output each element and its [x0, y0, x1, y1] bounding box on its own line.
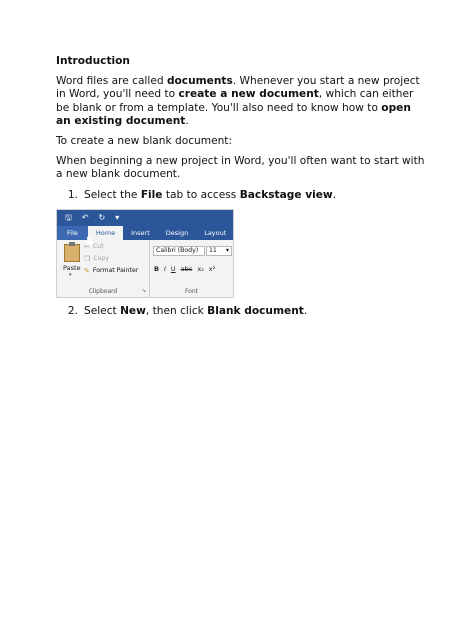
- format-painter-label: Format Painter: [92, 267, 139, 275]
- strikethrough-button[interactable]: abc: [181, 266, 193, 273]
- tab-insert[interactable]: Insert: [123, 226, 158, 240]
- scissors-icon: ✂: [84, 242, 90, 251]
- text: , then click: [145, 304, 208, 317]
- text: .: [185, 114, 189, 127]
- redo-icon[interactable]: ↻: [99, 213, 106, 222]
- underline-button[interactable]: U: [171, 266, 176, 273]
- tab-design[interactable]: Design: [158, 226, 196, 240]
- font-size-value: 11: [209, 246, 217, 254]
- bold-button[interactable]: B: [154, 266, 159, 273]
- clipboard-group: Paste ▾ ✂ Cut ❐ Copy ✎ Format Painter Clipb…: [57, 239, 150, 297]
- superscript-button[interactable]: x²: [209, 266, 215, 273]
- paragraph-intro: Word files are called documents. Wheneve…: [56, 75, 426, 128]
- dialog-launcher-icon[interactable]: ↘: [141, 289, 146, 295]
- bold-text: New: [120, 304, 146, 317]
- format-buttons: B I U abc x₂ x²: [154, 266, 215, 273]
- font-group: Calibri (Body) 11 ▾ B I U abc x₂ x² Font: [150, 240, 233, 297]
- italic-button[interactable]: I: [164, 266, 166, 273]
- step-1: 1. Select the File tab to access Backsta…: [56, 189, 426, 202]
- quick-access-toolbar: 🖫 ↶ ↻ ▾: [57, 209, 233, 226]
- bold-text: File: [140, 188, 163, 201]
- text: tab to access: [162, 188, 240, 201]
- paintbrush-icon: ✎: [84, 266, 90, 275]
- paragraph-create-blank: To create a new blank document:: [56, 135, 233, 148]
- save-icon[interactable]: 🖫: [65, 213, 72, 222]
- text: Word files are called: [56, 75, 167, 88]
- paste-icon[interactable]: [64, 241, 80, 262]
- bold-text: documents: [166, 75, 233, 88]
- bold-text: Blank document: [207, 304, 304, 317]
- text: Select the: [84, 188, 141, 201]
- chevron-down-icon: ▾: [225, 246, 229, 254]
- font-size-select[interactable]: 11 ▾: [206, 245, 232, 256]
- step-text: Select New, then click Blank document.: [84, 305, 426, 318]
- copy-icon: ❐: [84, 254, 91, 263]
- ribbon-screenshot: 🖫 ↶ ↻ ▾ File Home Insert Design Layout P…: [56, 208, 234, 298]
- bold-text: Backstage view: [239, 188, 333, 201]
- paste-button[interactable]: Paste: [63, 265, 81, 272]
- document-page: Introduction Word files are called docum…: [0, 0, 474, 632]
- copy-label: Copy: [93, 255, 109, 263]
- heading-introduction: Introduction: [56, 55, 130, 67]
- step-2: 2. Select New, then click Blank document…: [56, 305, 426, 318]
- tab-layout[interactable]: Layout: [196, 226, 233, 240]
- text: .: [332, 188, 337, 201]
- font-group-label: Font: [184, 287, 199, 295]
- clipboard-group-label: Clipboard: [88, 287, 118, 295]
- text: Select: [84, 304, 121, 317]
- customize-icon[interactable]: ▾: [115, 213, 119, 222]
- step-number: 2.: [67, 304, 78, 317]
- paragraph-beginning: When beginning a new project in Word, yo…: [56, 155, 425, 181]
- copy-button[interactable]: ❐ Copy: [84, 254, 109, 263]
- document-body: Introduction Word files are called docum…: [56, 55, 426, 325]
- font-name-select[interactable]: Calibri (Body): [153, 245, 205, 256]
- font-name-value: Calibri (Body): [156, 246, 199, 254]
- tab-home[interactable]: Home: [87, 225, 124, 240]
- step-number: 1.: [67, 188, 78, 201]
- undo-icon[interactable]: ↶: [82, 213, 89, 222]
- cut-label: Cut: [92, 243, 104, 251]
- chevron-down-icon[interactable]: ▾: [69, 272, 72, 278]
- step-text: Select the File tab to access Backstage …: [84, 189, 426, 202]
- cut-button[interactable]: ✂ Cut: [84, 242, 104, 251]
- bold-text: create a new document: [178, 88, 319, 101]
- text: .: [303, 304, 308, 317]
- format-painter-button[interactable]: ✎ Format Painter: [84, 266, 139, 275]
- subscript-button[interactable]: x₂: [197, 266, 203, 273]
- ribbon-panel: Paste ▾ ✂ Cut ❐ Copy ✎ Format Painter Clipb…: [57, 239, 233, 297]
